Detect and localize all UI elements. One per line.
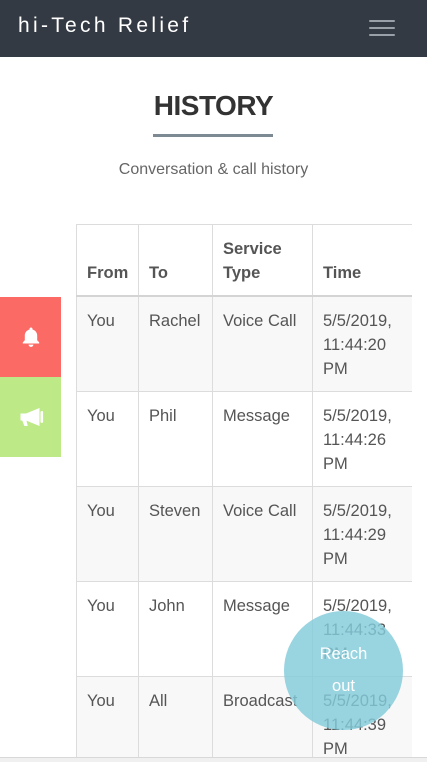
hamburger-menu-icon[interactable] [366, 16, 400, 40]
column-header-time: Time [312, 224, 412, 297]
menu-bar [369, 34, 395, 36]
alert-button[interactable] [0, 297, 61, 377]
cell-to: Rachel [138, 295, 213, 392]
cell-from: You [76, 486, 139, 582]
cell-time: 5/5/2019, 11:44:26 PM [312, 391, 412, 487]
column-header-to: To [138, 224, 213, 297]
menu-bar [369, 27, 395, 29]
megaphone-icon [20, 408, 44, 426]
cell-time: 5/5/2019, 11:44:29 PM [312, 486, 412, 582]
reach-out-label-line1: Reach [319, 645, 368, 663]
table-row: You Steven Voice Call 5/5/2019, 11:44:29… [76, 486, 412, 582]
navbar: hi-Tech Relief [0, 0, 427, 57]
title-underline [153, 134, 273, 137]
column-header-service-type: Service Type [212, 224, 313, 297]
page: hi-Tech Relief HISTORY Conversation & ca… [0, 0, 427, 762]
cell-service-type: Voice Call [212, 486, 313, 582]
page-title: HISTORY [153, 90, 274, 121]
cell-service-type: Voice Call [212, 295, 313, 392]
cell-to: All [138, 676, 213, 762]
brand-title[interactable]: hi-Tech Relief [18, 14, 191, 38]
cell-from: You [76, 391, 139, 487]
bottom-scroll-edge [0, 757, 427, 762]
page-subtitle: Conversation & call history [118, 161, 309, 178]
table-row: You Phil Message 5/5/2019, 11:44:26 PM [76, 391, 412, 487]
reach-out-button[interactable]: Reach out [284, 611, 403, 730]
reach-out-label-line2: out [332, 677, 355, 695]
bell-icon [22, 327, 40, 347]
menu-bar [369, 20, 395, 22]
cell-to: Steven [138, 486, 213, 582]
cell-to: Phil [138, 391, 213, 487]
cell-from: You [76, 581, 139, 677]
cell-service-type: Message [212, 391, 313, 487]
table-header-row: From To Service Type Time [76, 224, 412, 297]
announce-button[interactable] [0, 377, 61, 457]
cell-time: 5/5/2019, 11:44:20 PM [312, 295, 412, 392]
cell-to: John [138, 581, 213, 677]
table-row: You Rachel Voice Call 5/5/2019, 11:44:20… [76, 295, 412, 392]
column-header-from: From [76, 224, 139, 297]
cell-from: You [76, 676, 139, 762]
cell-from: You [76, 295, 139, 392]
